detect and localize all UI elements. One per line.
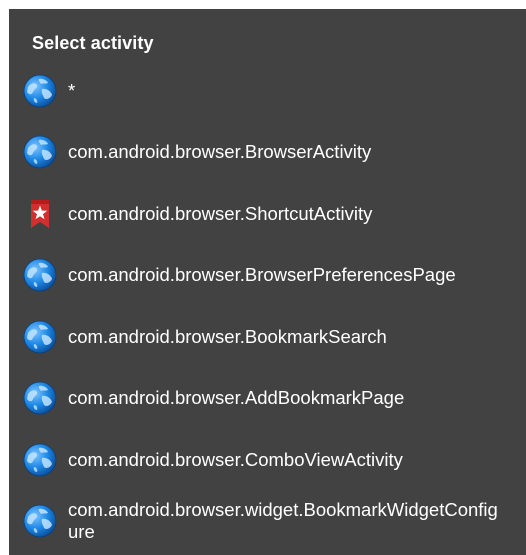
globe-icon xyxy=(22,319,58,355)
list-item-add-bookmark-page[interactable]: com.android.browser.AddBookmarkPage xyxy=(9,368,526,430)
globe-icon xyxy=(22,73,58,109)
list-item-label: * xyxy=(68,79,76,101)
globe-icon xyxy=(22,380,58,416)
activity-list: * com.android.browser.BrowserActivity co… xyxy=(9,60,526,552)
list-item-bookmark-widget-configure[interactable]: com.android.browser.widget.BookmarkWidge… xyxy=(9,491,526,553)
list-item-label: com.android.browser.AddBookmarkPage xyxy=(68,387,405,409)
list-item-bookmark-search[interactable]: com.android.browser.BookmarkSearch xyxy=(9,306,526,368)
globe-icon xyxy=(22,442,58,478)
list-item-label: com.android.browser.ShortcutActivity xyxy=(68,202,373,224)
list-item-label: com.android.browser.BrowserActivity xyxy=(68,141,372,163)
list-item-label: com.android.browser.ComboViewActivity xyxy=(68,448,403,470)
select-activity-dialog: Select activity * com.android.browser.Br… xyxy=(9,9,526,555)
dialog-title: Select activity xyxy=(32,33,154,53)
globe-icon xyxy=(22,257,58,293)
list-item-label: com.android.browser.BookmarkSearch xyxy=(68,325,387,347)
globe-icon xyxy=(22,134,58,170)
list-item-combo-view-activity[interactable]: com.android.browser.ComboViewActivity xyxy=(9,429,526,491)
list-item-label: com.android.browser.BrowserPreferencesPa… xyxy=(68,264,456,286)
list-item-browser-activity[interactable]: com.android.browser.BrowserActivity xyxy=(9,122,526,184)
list-item-label: com.android.browser.widget.BookmarkWidge… xyxy=(68,499,498,543)
globe-icon xyxy=(22,503,58,539)
bookmark-star-icon xyxy=(22,196,58,232)
list-item-browser-preferences-page[interactable]: com.android.browser.BrowserPreferencesPa… xyxy=(9,245,526,307)
list-item-shortcut-activity[interactable]: com.android.browser.ShortcutActivity xyxy=(9,183,526,245)
list-item-wildcard[interactable]: * xyxy=(9,60,526,122)
